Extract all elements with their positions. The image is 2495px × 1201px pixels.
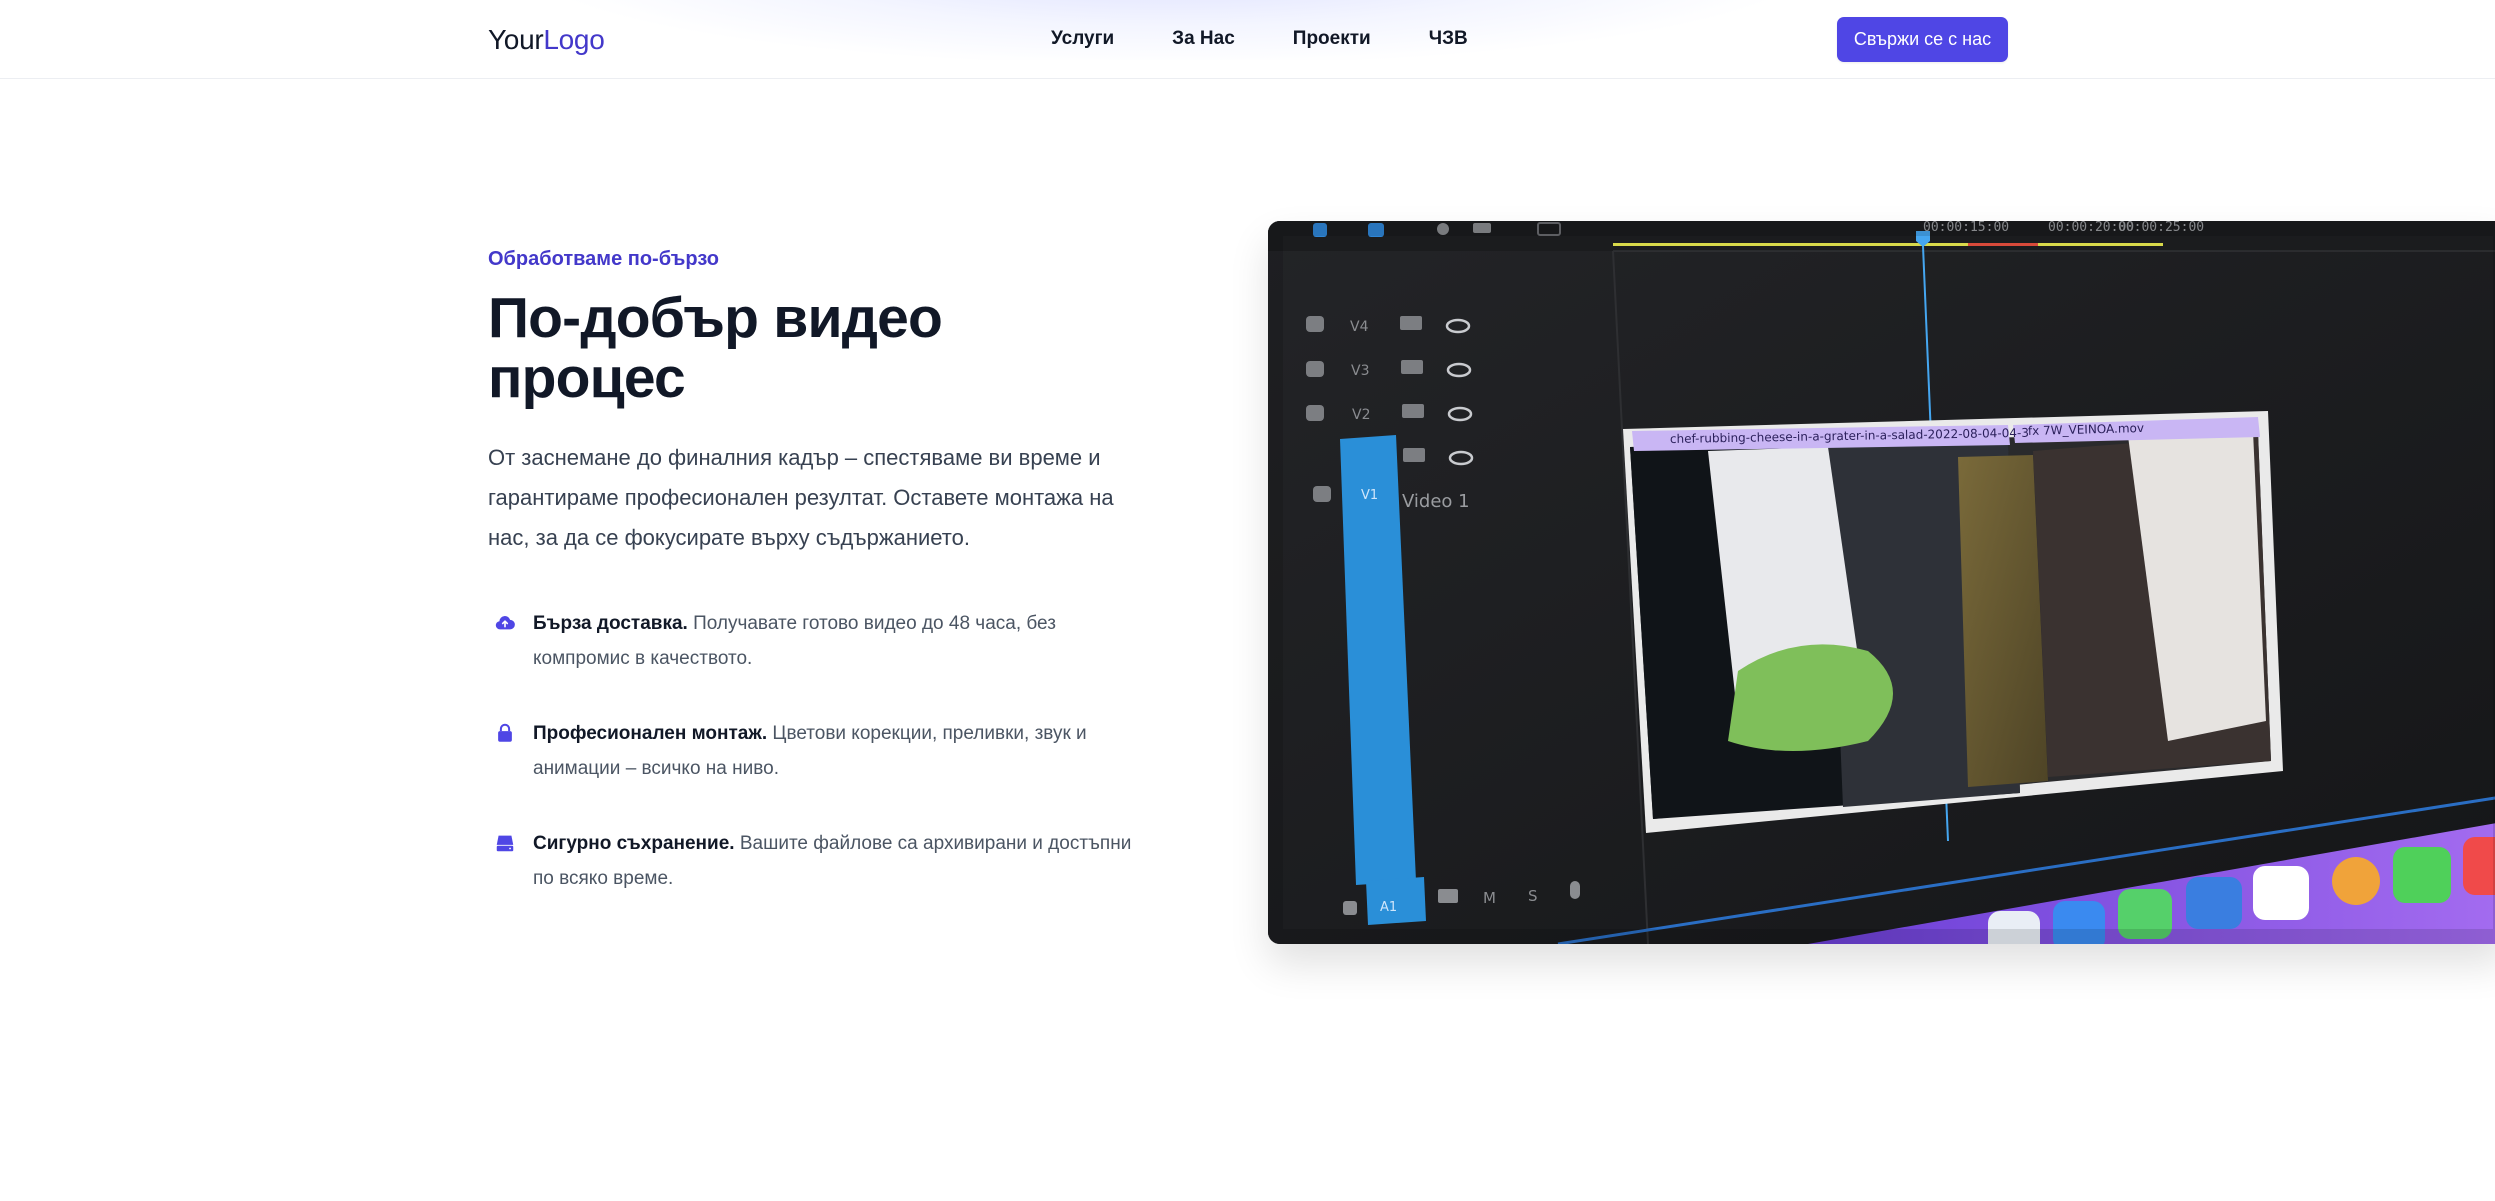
track-label: V3 (1351, 363, 1369, 379)
svg-text:S: S (1528, 887, 1538, 905)
svg-text:M: M (1483, 889, 1496, 907)
logo-part-1: Your (488, 24, 544, 55)
hero-title: По-добър видео процес (488, 286, 943, 410)
logo-part-2: Logo (543, 24, 605, 55)
track-label: V2 (1352, 407, 1370, 423)
contact-button[interactable]: Свържи се с нас (1837, 17, 2008, 62)
video-editor-illustration: 00:00:15:00 00:00:20:00 00:00:25:00 V4 V… (1268, 221, 2495, 944)
feature-name: Професионален монтаж. (533, 723, 768, 744)
nav-link-about[interactable]: За Нас (1172, 28, 1235, 50)
feature-item-editing: Професионален монтаж. Цветови корекции, … (488, 716, 1133, 786)
cloud-upload-icon (495, 616, 515, 630)
logo[interactable]: YourLogo (488, 24, 605, 56)
video-preview-frame: chef-rubbing-cheese-in-a-grater-in-a-sal… (1623, 411, 2283, 833)
feature-name: Бърза доставка. (533, 613, 688, 634)
hero-eyebrow: Обработваме по-бързо (488, 248, 719, 270)
track-label: V4 (1350, 319, 1369, 335)
hero-lead: От заснемане до финалния кадър – спестяв… (488, 445, 1114, 550)
feature-list: Бърза доставка. Получавате готово видео … (488, 606, 1133, 936)
hero-image-video-editor: 00:00:15:00 00:00:20:00 00:00:25:00 V4 V… (1268, 221, 2495, 944)
server-icon (496, 835, 514, 852)
lock-icon (498, 723, 512, 742)
track-label: V1 (1361, 488, 1378, 503)
nav-link-services[interactable]: Услуги (1051, 28, 1114, 50)
site-header: YourLogo Услуги За Нас Проекти ЧЗВ Свърж… (0, 0, 2495, 79)
feature-name: Сигурно съхранение. (533, 833, 735, 854)
feature-item-delivery: Бърза доставка. Получавате готово видео … (488, 606, 1133, 676)
track-name: Video 1 (1402, 491, 1470, 512)
track-label: A1 (1380, 900, 1397, 915)
feature-item-storage: Сигурно съхранение. Вашите файлове са ар… (488, 826, 1133, 896)
nav-link-faq[interactable]: ЧЗВ (1429, 28, 1468, 50)
nav-link-projects[interactable]: Проекти (1293, 28, 1371, 50)
main-nav: Услуги За Нас Проекти ЧЗВ (1051, 28, 1526, 50)
